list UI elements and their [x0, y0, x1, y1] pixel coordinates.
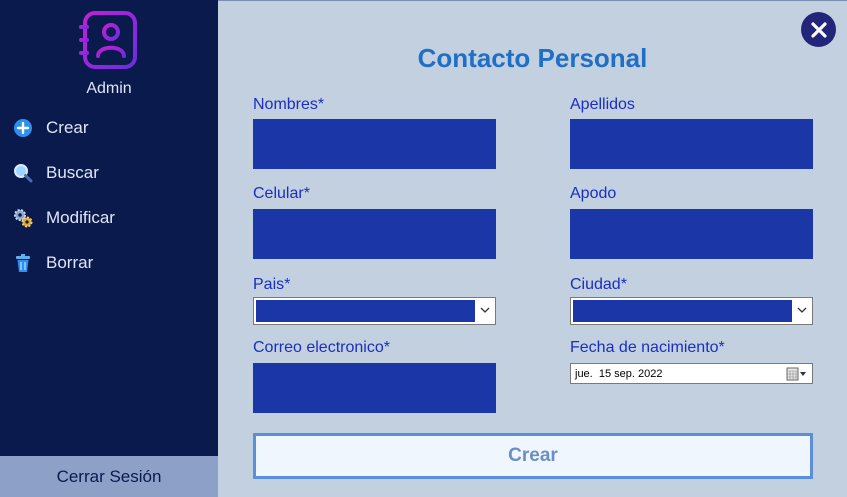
ciudad-select[interactable] — [570, 297, 813, 325]
logout-button[interactable]: Cerrar Sesión — [0, 456, 218, 497]
sidebar: Admin Crear Buscar Modificar Borrar Cerr… — [0, 0, 218, 497]
fecha-datepicker[interactable]: jue. 15 sep. 2022 — [570, 363, 813, 384]
apellidos-label: Apellidos — [570, 96, 635, 113]
ciudad-selected-value — [573, 300, 792, 322]
page-title: Contacto Personal — [417, 43, 648, 73]
nombres-input[interactable] — [253, 119, 496, 169]
pais-select[interactable] — [253, 297, 496, 325]
apodo-label: Apodo — [570, 185, 617, 202]
menu-label: Buscar — [46, 163, 99, 182]
fecha-value: jue. 15 sep. 2022 — [575, 367, 663, 380]
chevron-down-icon — [480, 307, 490, 313]
trash-icon — [12, 252, 34, 274]
plus-circle-icon — [12, 117, 34, 139]
menu-label: Modificar — [46, 208, 115, 227]
calendar-dropdown-icon[interactable] — [786, 366, 808, 382]
menu-item-buscar[interactable]: Buscar — [12, 161, 212, 185]
close-button[interactable] — [801, 12, 836, 47]
ciudad-label: Ciudad* — [570, 276, 627, 293]
correo-label: Correo electronico* — [253, 339, 390, 356]
apellidos-input[interactable] — [570, 119, 813, 169]
pais-selected-value — [256, 300, 475, 322]
close-icon — [810, 21, 827, 38]
menu-item-crear[interactable]: Crear — [12, 116, 212, 140]
chevron-down-icon — [797, 307, 807, 313]
create-button[interactable]: Crear — [253, 433, 813, 479]
menu-label: Crear — [46, 118, 89, 137]
user-label: Admin — [86, 80, 132, 97]
contacts-book-icon — [79, 11, 137, 69]
correo-input[interactable] — [253, 363, 496, 413]
menu-item-borrar[interactable]: Borrar — [12, 251, 212, 275]
apodo-input[interactable] — [570, 209, 813, 259]
nombres-label: Nombres* — [253, 96, 325, 113]
menu-label: Borrar — [46, 253, 94, 272]
search-icon — [12, 162, 34, 184]
fecha-label: Fecha de nacimiento* — [570, 339, 725, 356]
menu-item-modificar[interactable]: Modificar — [12, 206, 212, 230]
celular-label: Celular* — [253, 185, 310, 202]
celular-input[interactable] — [253, 209, 496, 259]
pais-label: Pais* — [253, 276, 291, 293]
gears-icon — [12, 207, 34, 229]
